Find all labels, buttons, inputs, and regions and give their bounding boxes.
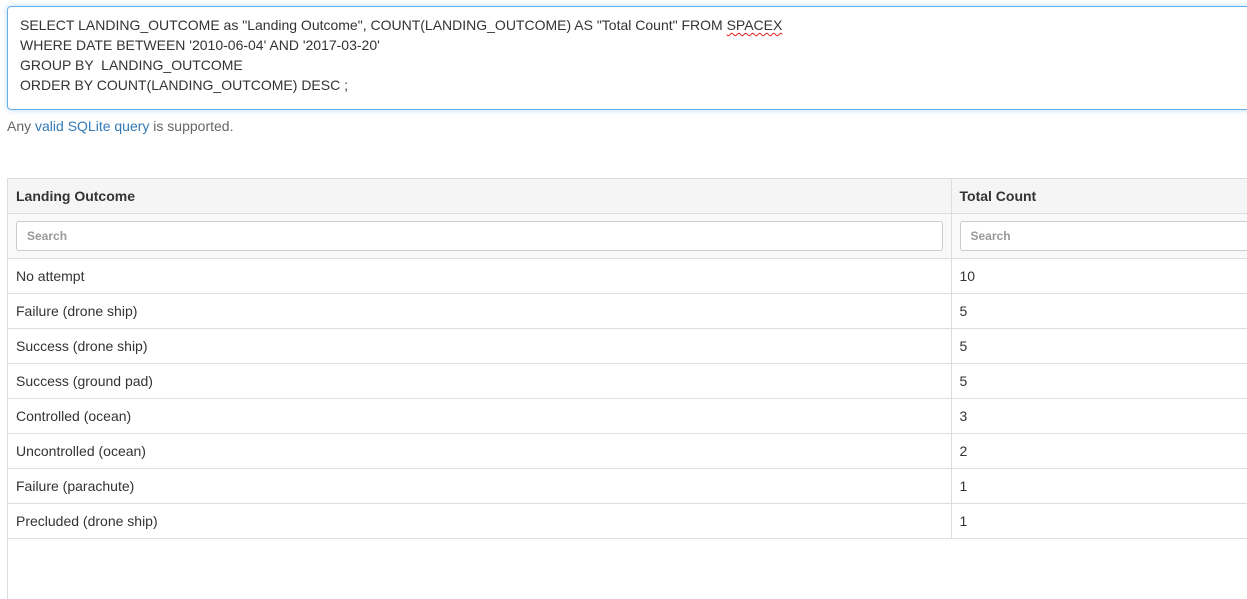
- sqlite-docs-link[interactable]: valid SQLite query: [35, 118, 149, 134]
- table-row: No attempt 10: [8, 259, 1247, 294]
- cell-total-count: 5: [951, 364, 1247, 399]
- query-line-1: SELECT LANDING_OUTCOME as "Landing Outco…: [20, 15, 1244, 35]
- query-help-text: Any valid SQLite query is supported.: [7, 118, 233, 134]
- results-table-container: Landing Outcome Total Count No attempt 1…: [7, 178, 1247, 599]
- cell-landing-outcome: Controlled (ocean): [8, 399, 951, 434]
- cell-landing-outcome: No attempt: [8, 259, 951, 294]
- cell-total-count: 1: [951, 504, 1247, 539]
- table-row: Failure (drone ship) 5: [8, 294, 1247, 329]
- filter-row: [8, 214, 1247, 259]
- search-input-landing-outcome[interactable]: [16, 221, 943, 251]
- query-line-2: WHERE DATE BETWEEN '2010-06-04' AND '201…: [20, 35, 1244, 55]
- query-line-1-text: SELECT LANDING_OUTCOME as "Landing Outco…: [20, 17, 727, 33]
- column-header-landing-outcome[interactable]: Landing Outcome: [8, 179, 951, 214]
- table-row: Controlled (ocean) 3: [8, 399, 1247, 434]
- filter-cell-landing-outcome: [8, 214, 951, 259]
- cell-landing-outcome: Precluded (drone ship): [8, 504, 951, 539]
- cell-total-count: 3: [951, 399, 1247, 434]
- cell-total-count: 10: [951, 259, 1247, 294]
- sql-query-editor[interactable]: SELECT LANDING_OUTCOME as "Landing Outco…: [7, 6, 1247, 110]
- query-table-name: SPACEX: [727, 17, 783, 33]
- cell-landing-outcome: Success (ground pad): [8, 364, 951, 399]
- table-row: Failure (parachute) 1: [8, 469, 1247, 504]
- table-row: Uncontrolled (ocean) 2: [8, 434, 1247, 469]
- query-line-3: GROUP BY LANDING_OUTCOME: [20, 55, 1244, 75]
- results-table: Landing Outcome Total Count No attempt 1…: [8, 179, 1247, 539]
- cell-landing-outcome: Success (drone ship): [8, 329, 951, 364]
- cell-landing-outcome: Failure (drone ship): [8, 294, 951, 329]
- table-row: Success (drone ship) 5: [8, 329, 1247, 364]
- search-input-total-count[interactable]: [960, 221, 1247, 251]
- help-prefix: Any: [7, 118, 35, 134]
- cell-total-count: 2: [951, 434, 1247, 469]
- help-suffix: is supported.: [149, 118, 233, 134]
- table-row: Precluded (drone ship) 1: [8, 504, 1247, 539]
- query-line-4: ORDER BY COUNT(LANDING_OUTCOME) DESC ;: [20, 75, 1244, 95]
- table-row: Success (ground pad) 5: [8, 364, 1247, 399]
- header-row: Landing Outcome Total Count: [8, 179, 1247, 214]
- filter-cell-total-count: [951, 214, 1247, 259]
- column-header-total-count[interactable]: Total Count: [951, 179, 1247, 214]
- cell-total-count: 5: [951, 294, 1247, 329]
- cell-total-count: 1: [951, 469, 1247, 504]
- cell-total-count: 5: [951, 329, 1247, 364]
- cell-landing-outcome: Uncontrolled (ocean): [8, 434, 951, 469]
- cell-landing-outcome: Failure (parachute): [8, 469, 951, 504]
